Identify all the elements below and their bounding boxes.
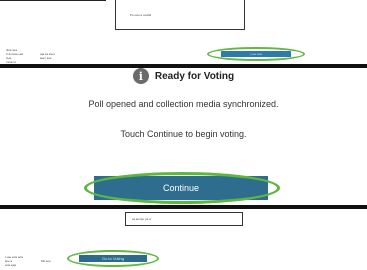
top-action-button[interactable]: у на лоа	[221, 51, 291, 57]
modal-header: i Ready for Voting	[0, 66, 367, 86]
modal-title: Ready for Voting	[154, 70, 235, 82]
meta-line: ала ада	[5, 263, 17, 267]
go-to-voting-button[interactable]: Go to Voting	[79, 255, 147, 262]
info-icon: i	[132, 68, 149, 84]
bottom-meta-mid: Мо коо	[41, 259, 51, 263]
status-message: Poll opened and collection media synchro…	[88, 99, 279, 109]
divider-line	[0, 0, 106, 1]
go-to-voting-highlight: Go to Voting	[67, 250, 159, 267]
bottom-text-field[interactable]: за вопро ра а	[125, 212, 243, 226]
bottom-meta-left: с вы ала ала все а ала ада	[5, 255, 23, 267]
top-text-field-value: Ро осы в соа№	[130, 13, 152, 17]
meta-line: жыл кое	[40, 56, 52, 60]
instruction-message: Touch Continue to begin voting.	[120, 129, 247, 139]
top-action-highlight: у на лоа	[207, 47, 305, 61]
top-meta-left: Эла зна 2 атласы аж сын тала эт	[6, 48, 23, 64]
modal-bottom-border	[0, 205, 367, 209]
continue-highlight	[84, 172, 280, 204]
meta-line: Мо коо	[41, 259, 51, 263]
top-text-field[interactable]: Ро осы в соа№	[115, 0, 245, 30]
top-meta-mid: ша за жыл жыл кое	[40, 52, 55, 60]
bottom-text-field-value: за вопро ра а	[132, 217, 151, 221]
